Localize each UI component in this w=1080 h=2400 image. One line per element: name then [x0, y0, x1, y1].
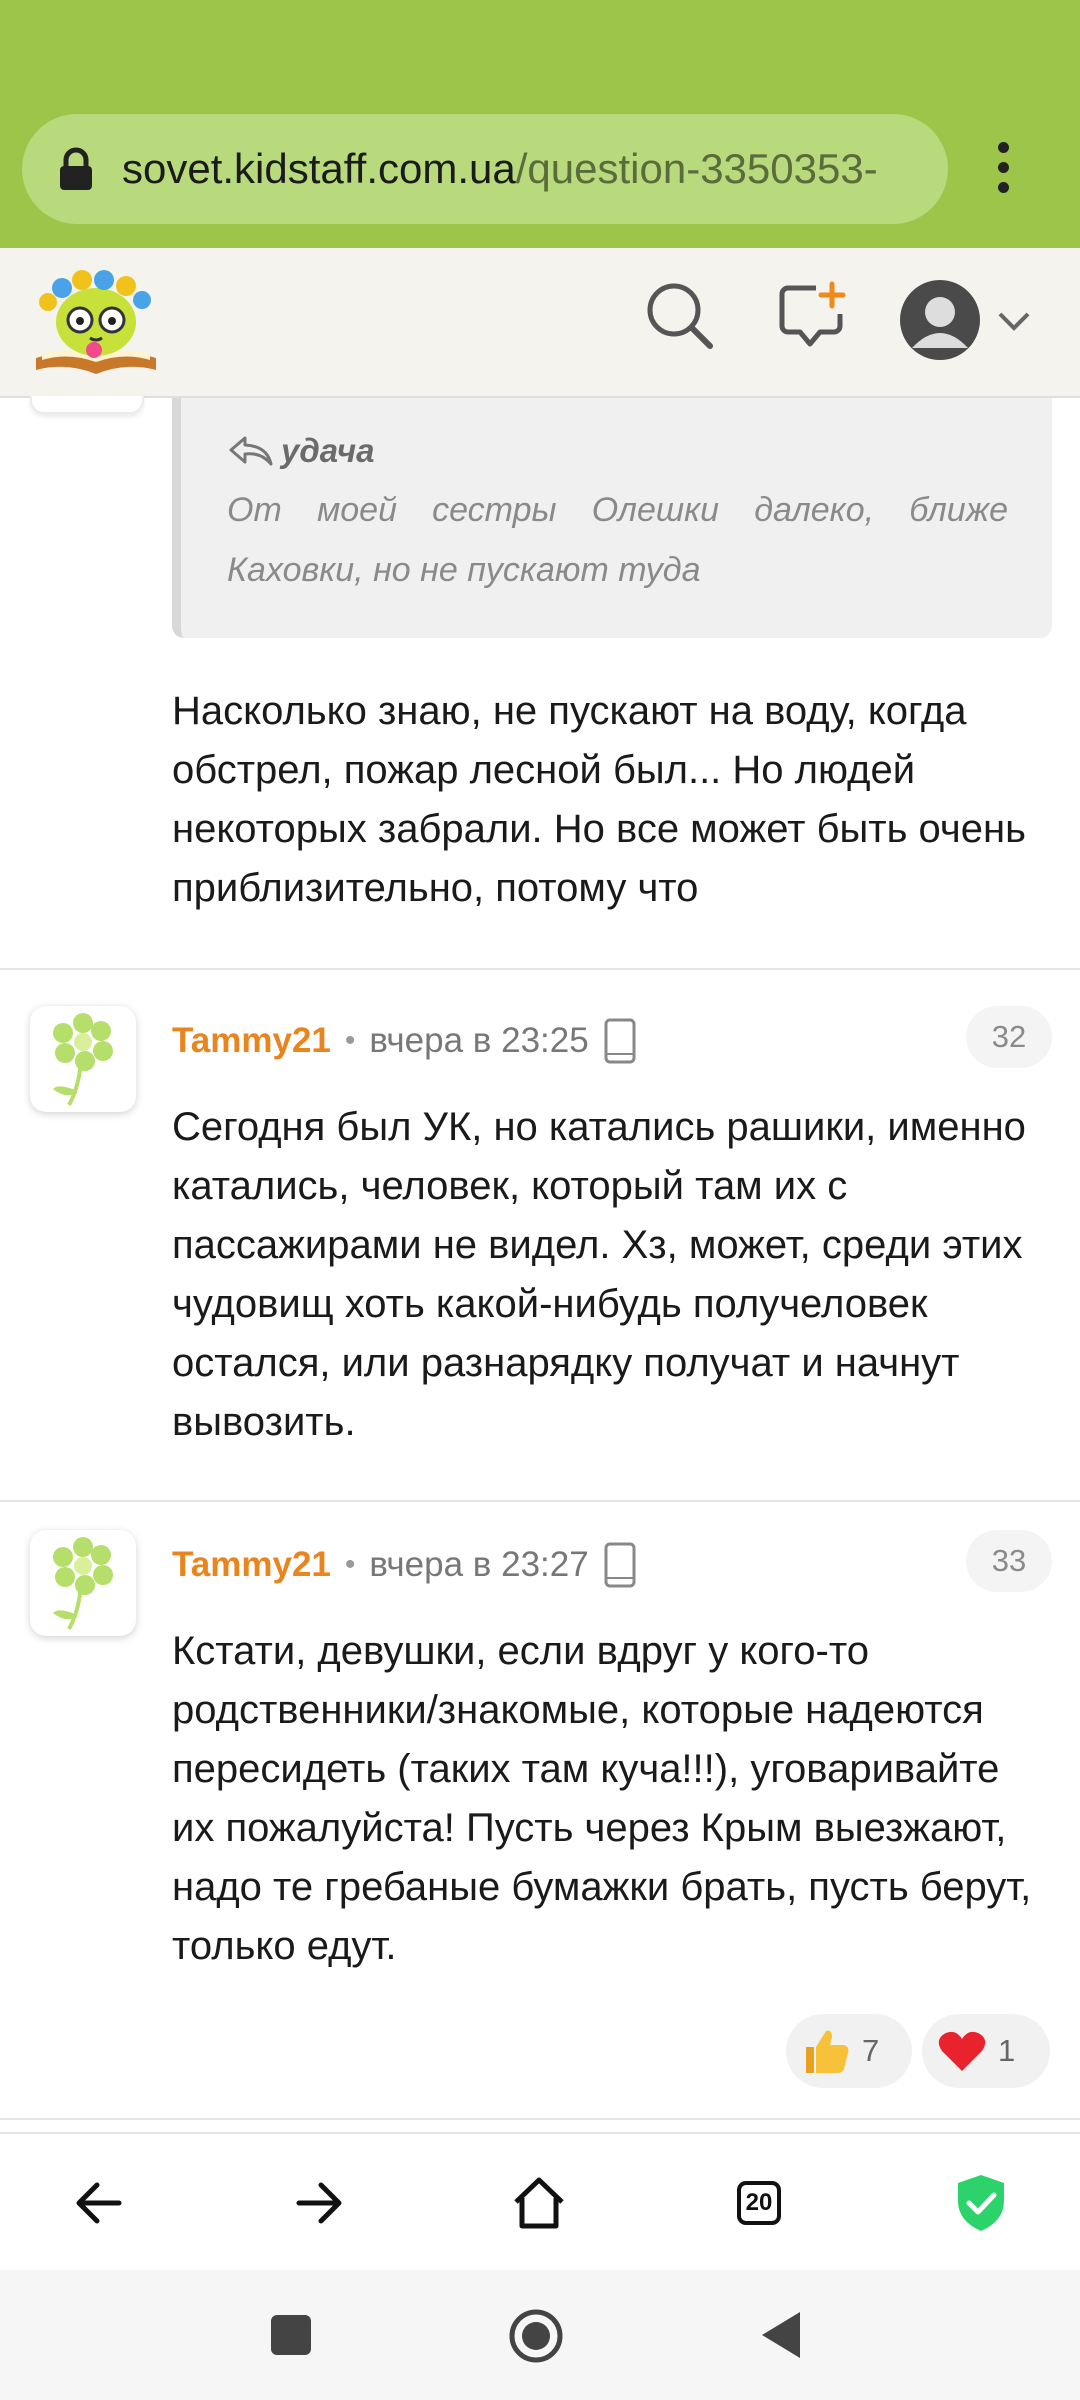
home-button[interactable] [504, 2168, 574, 2238]
divider [0, 1500, 1080, 1502]
new-message-icon[interactable] [776, 280, 848, 352]
tabs-count: 20 [737, 2181, 781, 2225]
shield-check-icon [958, 2175, 1004, 2231]
circle-icon[interactable] [508, 2308, 564, 2364]
url-host: sovet.kidstaff.com.ua [122, 145, 516, 192]
arrow-left-icon [76, 2182, 122, 2224]
comment-number[interactable]: 33 [966, 1530, 1052, 1592]
avatar[interactable] [30, 1006, 136, 1112]
chevron-down-icon [998, 312, 1030, 331]
user-avatar-icon [900, 280, 980, 360]
browser-bottom-bar: 20 [0, 2132, 1080, 2272]
divider [0, 968, 1080, 970]
flower-avatar-icon [53, 1537, 113, 1630]
divider [0, 2118, 1080, 2120]
protection-button[interactable] [946, 2168, 1016, 2238]
comment-text: Кстати, девушки, если вдруг у кого-то ро… [172, 1629, 1032, 1968]
system-navigation-bar [0, 2270, 1080, 2400]
url-text[interactable]: sovet.kidstaff.com.ua/question-3350353- [122, 145, 930, 193]
lock-icon [60, 147, 92, 190]
quote-text: От моей сестры Олешки далеко, ближе Кахо… [227, 491, 1008, 589]
mobile-icon [604, 1542, 636, 1588]
quote-block: удача От моей сестры Олешки далеко, ближ… [172, 398, 1052, 638]
comment-author[interactable]: Tammy21 [172, 1021, 331, 1061]
flower-avatar-icon [53, 1013, 113, 1106]
avatar [30, 396, 144, 414]
mobile-icon [604, 1018, 636, 1064]
square-icon[interactable] [270, 2314, 312, 2356]
reaction-count: 1 [998, 2033, 1016, 2068]
url-path: /question-3350353- [515, 145, 878, 192]
comment-text: Сегодня был УК, но катались рашики, имен… [172, 1105, 1026, 1444]
comment-number[interactable]: 32 [966, 1006, 1052, 1068]
triangle-back-icon[interactable] [758, 2310, 804, 2360]
search-icon[interactable] [644, 280, 716, 352]
address-bar[interactable]: sovet.kidstaff.com.ua/question-3350353- [22, 114, 948, 224]
more-vert-icon[interactable] [990, 142, 1016, 198]
comment-author[interactable]: Tammy21 [172, 1545, 331, 1585]
site-header [0, 248, 1080, 398]
kidstaff-logo[interactable] [32, 262, 160, 382]
heart-icon [938, 2031, 986, 2071]
comment-time: вчера в 23:25 [369, 1021, 589, 1060]
back-button[interactable] [64, 2168, 134, 2238]
reply-icon [229, 436, 273, 466]
reaction-count: 7 [862, 2033, 880, 2068]
thumbs-up-icon [806, 2030, 849, 2073]
forward-button[interactable] [284, 2168, 354, 2238]
arrow-right-icon [296, 2182, 342, 2224]
avatar[interactable] [30, 1530, 136, 1636]
home-icon [514, 2177, 564, 2229]
reaction-heart[interactable]: 1 [922, 2014, 1050, 2088]
reaction-thumbs-up[interactable]: 7 [786, 2014, 912, 2088]
comment-text: Насколько знаю, не пускают на воду, когд… [172, 689, 1026, 910]
tabs-button[interactable]: 20 [724, 2168, 794, 2238]
account-menu[interactable] [898, 278, 1036, 362]
browser-toolbar: sovet.kidstaff.com.ua/question-3350353- [0, 0, 1080, 248]
quote-author[interactable]: удача [281, 432, 374, 470]
comment-time: вчера в 23:27 [369, 1545, 589, 1584]
